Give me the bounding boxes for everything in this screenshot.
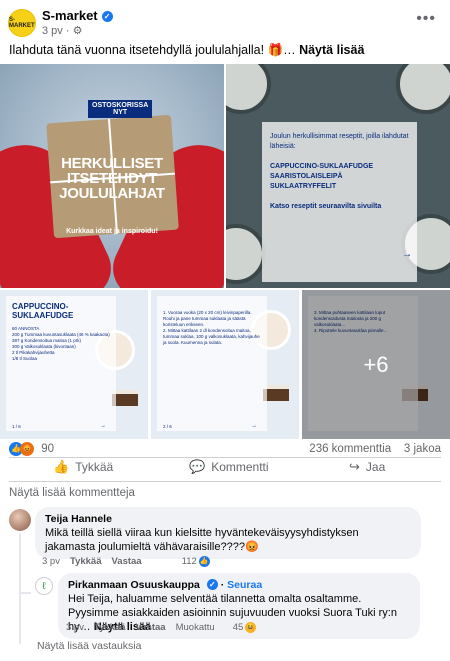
more-images-overlay[interactable]: +6 [302,290,450,439]
recipe-card-1-panel: CAPPUCCINO-SUKLAAFUDGE 60 ANNOSTA 200 g … [6,296,116,431]
reactions-summary: 👍😡 90 236 kommenttia 3 jakoa [9,442,441,458]
comment-button-label: Kommentti [211,460,269,474]
thread-line [19,533,21,593]
recipe-title: CAPPUCCINO-SUKLAAFUDGE [12,302,74,320]
plate-shape [226,64,271,114]
comment-reply-action[interactable]: Vastaa [111,556,141,567]
plate-shape [226,224,266,284]
reply-author-name[interactable]: Pirkanmaan Osuuskauppa [68,579,200,591]
card-page-number: 2 / 6 [163,424,172,429]
like-button-label: Tykkää [75,460,114,474]
recipes-intro-image[interactable]: Joulun herkullisimmat reseptit, joilla i… [226,64,450,288]
post-caption: Ilahduta tänä vuonna itsetehdyllä joulul… [9,43,441,58]
post-meta: 3 pv · ⚙ [42,25,83,37]
plate-shape [396,64,450,114]
engagement-counts: 236 kommenttia 3 jakoa [309,443,441,455]
reply-meta: 3 pv Tykkää Vastaa Muokattu 45 😆 [66,622,257,633]
follow-button[interactable]: Seuraa [227,579,262,591]
recipe-card-2-panel: 1. Vuoraa vuoka (20 x 20 cm) leivinpaper… [157,296,267,431]
comment-meta: 3 pv Tykkää Vastaa 112 👍 [42,556,210,567]
post-image-grid: OSTOSKORISSA NYT HERKULLISET ITSETEHDYT … [0,64,450,439]
card-arrow-icon: → [100,423,106,429]
comment-like-action[interactable]: Tykkää [70,556,102,567]
like-reaction-icon: 👍 [198,556,210,567]
share-count[interactable]: 3 jakoa [404,443,441,455]
share-button-label: Jaa [365,460,386,474]
reply-like-count: 45 [232,622,244,633]
caption-see-more-link[interactable]: Näytä lisää [299,43,364,57]
recipes-overlay: Joulun herkullisimmat reseptit, joilla i… [262,122,417,282]
reply-time[interactable]: 3 pv [66,622,84,633]
page-avatar[interactable]: S-MARKET [8,9,36,37]
caption-text: Ilahduta tänä vuonna itsetehdyllä joulul… [9,43,296,57]
reaction-count[interactable]: 90 [41,443,54,455]
reply-reply-action[interactable]: Vastaa [135,622,165,633]
haha-reaction-icon: 😆 [245,622,257,633]
reply-author: Pirkanmaan Osuuskauppa ✓ · Seuraa [68,579,263,591]
page-name[interactable]: S-market ✓ [42,8,113,23]
recipe-card-2[interactable]: 1. Vuoraa vuoka (20 x 20 cm) leivinpaper… [151,290,299,439]
comment-time[interactable]: 3 pv [42,556,60,567]
comment-bubble-icon: 💬 [189,459,206,474]
recipes-intro-text: Joulun herkullisimmat reseptit, joilla i… [270,133,409,150]
reply-edited-label: Muokattu [175,622,215,633]
recipes-list-text: CAPPUCCINO-SUKLAAFUDGE SAARISTOLAISLEIPÄ… [270,163,374,190]
ostoskorissa-label: OSTOSKORISSA NYT [88,100,153,118]
thread-line [19,594,21,644]
recipe-card-3[interactable]: 3. Mittaa puhtaaseen kattilaan loput kon… [302,290,450,439]
verified-badge-icon: ✓ [206,579,218,590]
comment-bubble: Teija Hannele Mikä teillä siellä viiraa … [35,507,421,559]
comment-reaction-count[interactable]: 112 👍 [182,556,210,567]
card-arrow-icon: → [251,423,257,429]
thumbs-up-icon: 👍 [53,459,70,474]
angry-reaction-icon[interactable]: 😡 [20,442,34,456]
post-actions: 👍 Tykkää 💬 Kommentti ↪ Jaa [9,459,441,479]
like-button[interactable]: 👍 Tykkää [53,459,113,475]
reply-avatar-logo-icon[interactable]: ℓ [35,577,53,595]
divider [9,457,441,458]
divider [9,481,441,482]
audience-gear-icon: ⚙ [72,25,83,37]
post-time[interactable]: 3 pv [42,25,63,37]
image-subhead: Kurkkaa ideat ja inspiroidu! [66,228,158,235]
post-header: S-MARKET S-market ✓ 3 pv · ⚙ ••• [0,0,450,40]
image-headline: HERKULLISET ITSETEHDYT JOULULAHJAT [59,155,165,202]
page-name-label[interactable]: S-market [42,8,98,23]
recipe-ingredients: 60 ANNOSTA 200 g Tummaa kuvuntasuklaata … [12,326,110,361]
label-top: OSTOSKORISSA [92,102,149,109]
verified-badge-icon: ✓ [101,11,113,22]
reply-like-action[interactable]: Tykkää [94,622,126,633]
comment-button[interactable]: 💬 Kommentti [189,459,269,475]
more-options-icon[interactable]: ••• [416,10,436,28]
card-page-number: 1 / 6 [12,424,21,429]
see-more-replies-link[interactable]: Näytä lisää vastauksia [37,640,141,652]
recipe-card-1[interactable]: CAPPUCCINO-SUKLAAFUDGE 60 ANNOSTA 200 g … [0,290,148,439]
next-arrow-icon: → [402,249,412,260]
see-more-comments-link[interactable]: Näytä lisää kommentteja [9,487,135,499]
label-bottom: NYT [113,109,128,116]
comment-count[interactable]: 236 kommenttia [309,443,391,455]
share-arrow-icon: ↪ [349,459,360,474]
gift-image[interactable]: OSTOSKORISSA NYT HERKULLISET ITSETEHDYT … [0,64,224,288]
commenter-name[interactable]: Teija Hannele [45,512,411,526]
recipes-footer-text: Katso reseptit seuraavilta sivuilta [270,203,382,210]
comment-like-count: 112 [181,556,197,567]
recipe-steps: 1. Vuoraa vuoka (20 x 20 cm) leivinpaper… [163,310,260,345]
comment-text: Mikä teillä siellä viiraa kun kielsitte … [45,527,359,553]
share-button[interactable]: ↪ Jaa [349,459,385,475]
reply-reaction-count[interactable]: 45 😆 [233,622,257,633]
commenter-avatar[interactable] [9,509,31,531]
